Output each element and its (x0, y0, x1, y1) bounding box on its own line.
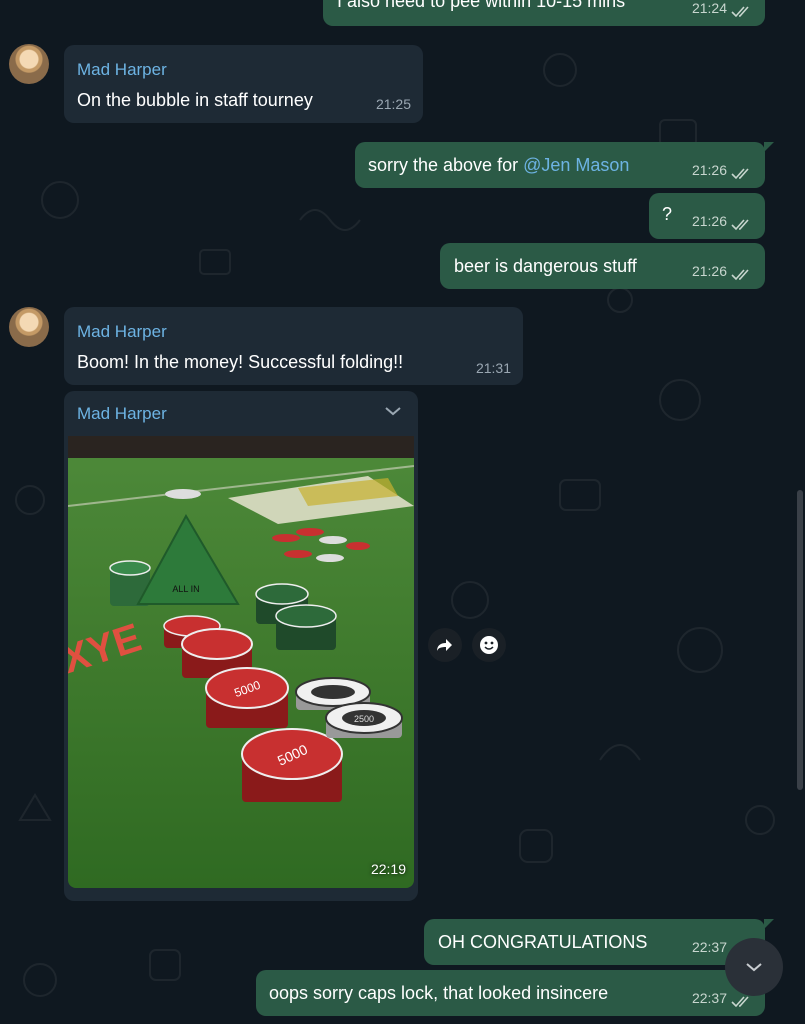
chevron-down-icon[interactable] (384, 405, 402, 417)
message-text: ? (662, 204, 673, 224)
photo[interactable]: XYE ALL IN 5000 5000 2500 22:19 (68, 436, 414, 888)
scroll-down-icon (746, 963, 762, 972)
message-text: oops sorry caps lock, that looked insinc… (269, 983, 609, 1003)
poker-chips-image: XYE ALL IN 5000 5000 2500 (68, 436, 414, 888)
user-mention[interactable]: @Jen Mason (523, 155, 629, 175)
scrollbar[interactable] (797, 490, 803, 790)
sender-name[interactable]: Mad Harper (77, 321, 167, 343)
double-check-icon (731, 6, 749, 18)
message-time: 21:24 (691, 0, 727, 16)
message-incoming-photo[interactable]: Mad Harper XYE ALL IN 5000 5000 2500 22:… (64, 391, 418, 901)
message-outgoing[interactable]: sorry the above for @Jen Mason 21:26 (355, 142, 765, 188)
forward-button[interactable] (428, 628, 462, 662)
message-text: beer is dangerous stuff (454, 256, 637, 276)
message-text-prefix: sorry the above for (368, 155, 524, 175)
message-time: 22:37 (691, 990, 727, 1006)
sender-name[interactable]: Mad Harper (77, 403, 167, 425)
message-time: 21:26 (691, 213, 727, 229)
scroll-to-bottom-button[interactable] (725, 938, 783, 996)
forward-icon (437, 639, 452, 651)
message-time: 21:31 (475, 360, 511, 376)
message-outgoing[interactable]: beer is dangerous stuff 21:26 (440, 243, 765, 289)
message-time: 21:26 (691, 162, 727, 178)
message-incoming[interactable]: Mad Harper On the bubble in staff tourne… (64, 45, 423, 123)
message-incoming[interactable]: Mad Harper Boom! In the money! Successfu… (64, 307, 523, 385)
double-check-icon (731, 168, 749, 180)
sender-name[interactable]: Mad Harper (77, 59, 167, 81)
photo-time: 22:19 (370, 861, 406, 877)
chip-label: 2500 (354, 714, 374, 724)
message-text: OH CONGRATULATIONS (438, 932, 648, 952)
avatar[interactable] (9, 307, 49, 347)
bubble-tail (764, 142, 774, 152)
all-in-marker-text: ALL IN (172, 584, 199, 594)
emoji-reaction-icon (480, 636, 498, 654)
double-check-icon (731, 269, 749, 281)
message-outgoing[interactable]: I also need to pee within 10-15 mins 21:… (323, 0, 765, 26)
message-outgoing[interactable]: oops sorry caps lock, that looked insinc… (256, 970, 765, 1016)
message-time: 21:26 (691, 263, 727, 279)
message-text: Boom! In the money! Successful folding!! (77, 352, 404, 372)
message-outgoing[interactable]: OH CONGRATULATIONS 22:37 (424, 919, 765, 965)
double-check-icon (731, 996, 749, 1008)
message-text: On the bubble in staff tourney (77, 90, 313, 110)
message-time: 21:25 (375, 96, 411, 112)
double-check-icon (731, 219, 749, 231)
message-text: I also need to pee within 10-15 mins (337, 0, 626, 11)
message-text: sorry the above for @Jen Mason (368, 154, 629, 176)
message-time: 22:37 (691, 939, 727, 955)
bubble-tail (764, 919, 774, 929)
message-outgoing[interactable]: ? 21:26 (649, 193, 765, 239)
react-button[interactable] (472, 628, 506, 662)
avatar[interactable] (9, 44, 49, 84)
